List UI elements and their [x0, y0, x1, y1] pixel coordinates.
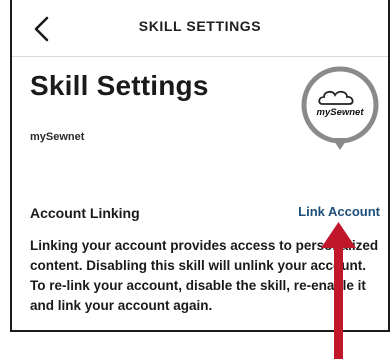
arrow-up-icon — [321, 222, 356, 359]
skill-developer: mySewnet — [30, 131, 85, 143]
header-divider — [12, 56, 388, 57]
link-account-link[interactable]: Link Account — [298, 204, 380, 219]
header-title: SKILL SETTINGS — [138, 18, 262, 34]
skill-logo-icon: mySewnet — [300, 66, 380, 152]
page-title: Skill Settings — [30, 70, 209, 101]
header-bar: SKILL SETTINGS — [12, 0, 388, 56]
account-linking-label: Account Linking — [30, 205, 140, 221]
svg-text:mySewnet: mySewnet — [317, 107, 365, 118]
skill-settings-screen: SKILL SETTINGS Skill Settings mySewnet m… — [0, 0, 392, 359]
annotation-arrow — [318, 218, 362, 359]
